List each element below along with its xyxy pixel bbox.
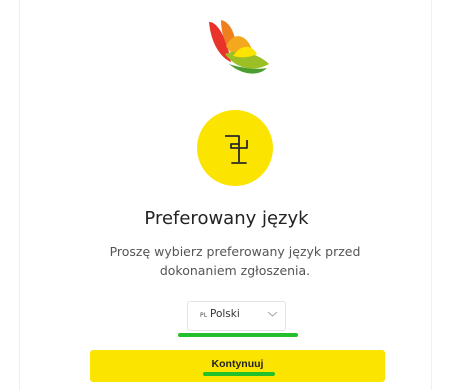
language-select[interactable]: PL Polski bbox=[187, 301, 286, 331]
right-divider bbox=[431, 0, 432, 390]
flag-icon bbox=[225, 135, 248, 164]
continue-button-label: Kontynuuj bbox=[211, 358, 264, 370]
page-subtitle: Proszę wybierz preferowany język przed d… bbox=[109, 244, 361, 278]
language-select-highlight bbox=[178, 333, 298, 337]
chevron-down-icon bbox=[267, 311, 278, 317]
left-divider bbox=[19, 0, 20, 390]
language-value: Polski bbox=[210, 308, 240, 320]
flag-badge bbox=[197, 110, 273, 186]
butterfly-logo-icon bbox=[207, 18, 271, 78]
continue-button-highlight bbox=[203, 372, 275, 376]
page-title: Preferowany język bbox=[144, 208, 309, 229]
continue-button[interactable]: Kontynuuj bbox=[90, 350, 385, 382]
language-code: PL bbox=[200, 312, 208, 319]
